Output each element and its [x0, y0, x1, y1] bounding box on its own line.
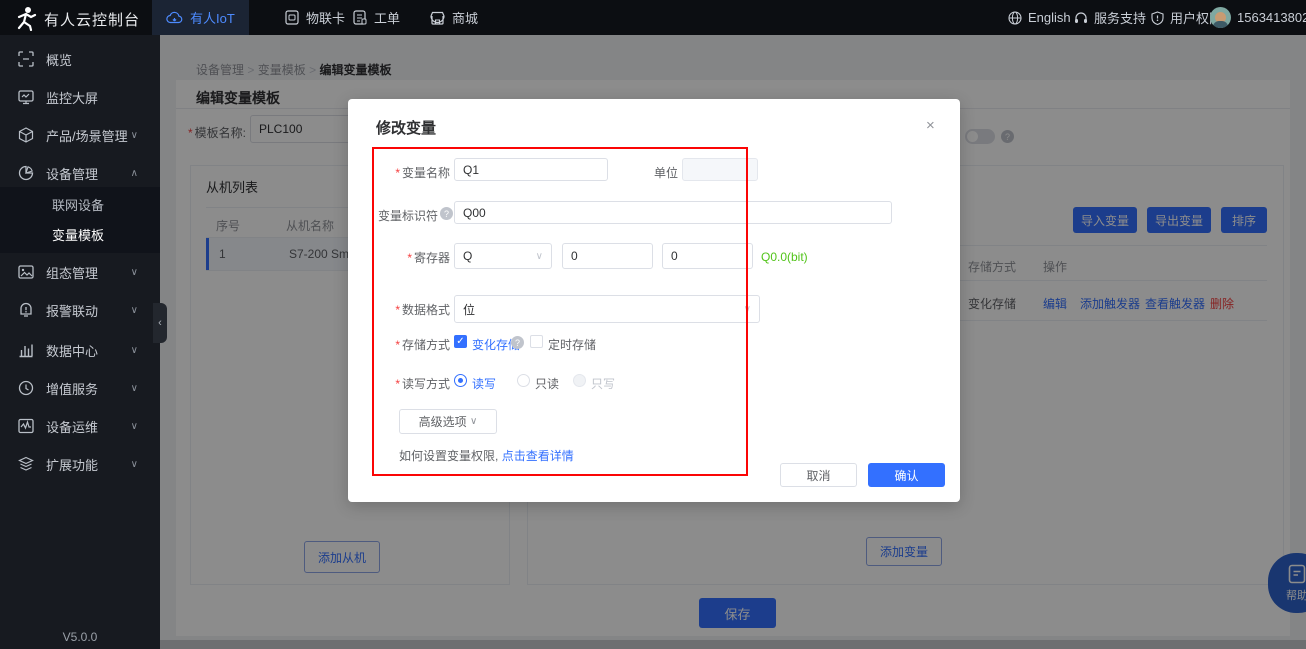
- nav-tab-label: 商城: [452, 8, 478, 27]
- sidebar-item-extensions[interactable]: 扩展功能 ∨: [0, 445, 160, 483]
- register-preview: Q0.0(bit): [761, 250, 808, 264]
- chevron-down-icon: ∨: [131, 459, 138, 470]
- pie-icon: [18, 165, 34, 181]
- top-navbar: 有人云控制台 有人IoT 物联卡 工单: [0, 0, 1306, 35]
- sidebar-item-monitor[interactable]: 监控大屏: [0, 78, 160, 116]
- edit-variable-modal: 修改变量 × *变量名称 Q1 单位 变量标识符 ? Q00 *寄存器 Q ∨ …: [348, 99, 960, 502]
- sidebar-item-value-added[interactable]: 增值服务 ∨: [0, 369, 160, 407]
- alarm-bell-icon: [18, 302, 34, 318]
- annotation-red-rectangle: [372, 147, 748, 476]
- chevron-down-icon: ∨: [131, 130, 138, 141]
- sidebar-item-label: 设备管理: [46, 164, 98, 183]
- nav-tab-mall[interactable]: 商城: [430, 0, 478, 35]
- app-root: 有人云控制台 有人IoT 物联卡 工单: [0, 0, 1306, 649]
- user-avatar: [1210, 7, 1231, 28]
- bar-chart-icon: [18, 342, 34, 358]
- modal-title: 修改变量: [376, 117, 436, 138]
- sidebar-item-label: 报警联动: [46, 301, 98, 320]
- nav-tab-iot[interactable]: 有人IoT: [152, 0, 249, 35]
- store-icon: [430, 11, 445, 25]
- sidebar-item-label: 概览: [46, 50, 72, 69]
- layers-icon: [18, 456, 34, 472]
- confirm-button[interactable]: 确认: [868, 463, 945, 487]
- sidebar-submenu: 联网设备 变量模板: [0, 187, 160, 253]
- sidebar-item-network-devices[interactable]: 联网设备: [0, 191, 160, 221]
- user-account[interactable]: 15634138026: [1210, 0, 1306, 35]
- sidebar-item-overview[interactable]: 概览: [0, 40, 160, 78]
- language-switch[interactable]: English: [1008, 0, 1071, 35]
- work-order-icon: [353, 10, 367, 25]
- sidebar-item-data-center[interactable]: 数据中心 ∨: [0, 331, 160, 369]
- monitor-icon: [18, 89, 34, 105]
- globe-icon: [1008, 11, 1022, 25]
- pulse-chart-icon: [18, 418, 34, 434]
- sidebar-item-label: 数据中心: [46, 341, 98, 360]
- chevron-down-icon: ∨: [131, 345, 138, 356]
- sidebar-item-label: 设备运维: [46, 417, 98, 436]
- cube-icon: [18, 127, 34, 143]
- sidebar-item-scada[interactable]: 组态管理 ∨: [0, 253, 160, 291]
- cloud-icon: [166, 11, 183, 24]
- sim-card-icon: [285, 10, 299, 25]
- chevron-down-icon: ∨: [131, 305, 138, 316]
- sidebar-item-product-scene[interactable]: 产品/场景管理 ∨: [0, 116, 160, 154]
- cancel-button[interactable]: 取消: [780, 463, 857, 487]
- nav-tab-sim[interactable]: 物联卡: [285, 0, 345, 35]
- collapse-left-icon: ‹: [158, 317, 162, 329]
- support-label: 服务支持: [1094, 8, 1146, 27]
- sidebar-item-label: 监控大屏: [46, 88, 98, 107]
- sidebar-item-label: 增值服务: [46, 379, 98, 398]
- brand-title: 有人云控制台: [44, 9, 140, 30]
- language-label: English: [1028, 10, 1071, 25]
- sidebar-item-label: 扩展功能: [46, 455, 98, 474]
- close-icon[interactable]: ×: [926, 117, 935, 134]
- picture-icon: [18, 264, 34, 280]
- brand-runner-icon: [13, 5, 39, 31]
- sidebar-nav: 概览 监控大屏 产品/场景管理 ∨ 设备管理 ∧ 联网设备 变量模板 组态管理 …: [0, 35, 160, 649]
- chevron-down-icon: ∨: [131, 421, 138, 432]
- overview-icon: [18, 51, 34, 67]
- nav-tab-label: 物联卡: [306, 8, 345, 27]
- nav-tab-label: 有人IoT: [190, 8, 235, 27]
- chevron-down-icon: ∨: [131, 383, 138, 394]
- chevron-up-icon: ∧: [131, 168, 138, 179]
- sidebar-item-label: 组态管理: [46, 263, 98, 282]
- sidebar-collapse-handle[interactable]: ‹: [153, 303, 167, 343]
- user-phone: 15634138026: [1237, 10, 1306, 25]
- support-menu[interactable]: 服务支持: [1074, 0, 1146, 35]
- sidebar-item-variable-template[interactable]: 变量模板: [0, 221, 160, 251]
- dial-icon: [18, 380, 34, 396]
- version-label: V5.0.0: [0, 630, 160, 644]
- sidebar-item-device-ops[interactable]: 设备运维 ∨: [0, 407, 160, 445]
- nav-tab-workorder[interactable]: 工单: [353, 0, 400, 35]
- headset-icon: [1074, 11, 1088, 25]
- chevron-down-icon: ∨: [131, 267, 138, 278]
- shield-icon: [1151, 11, 1164, 25]
- sidebar-item-alarm[interactable]: 报警联动 ∨: [0, 291, 160, 329]
- nav-tab-label: 工单: [374, 8, 400, 27]
- sidebar-item-label: 产品/场景管理: [46, 126, 128, 145]
